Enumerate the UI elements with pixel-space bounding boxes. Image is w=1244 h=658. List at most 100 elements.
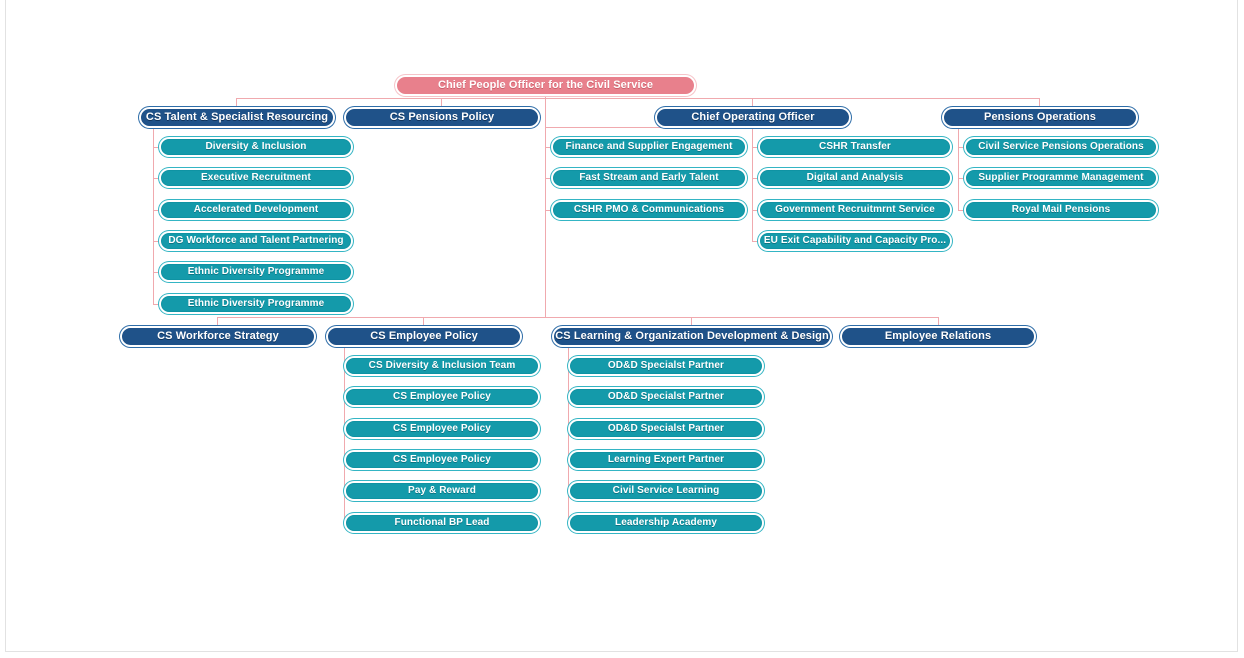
node-accelerated-development[interactable]: Accelerated Development (161, 202, 351, 218)
connector-spine-coo-left-top (545, 127, 753, 128)
node-employee-relations[interactable]: Employee Relations (842, 328, 1034, 345)
connector-stub-coo-right-3 (752, 210, 760, 211)
node-dg-workforce-talent-partnering[interactable]: DG Workforce and Talent Partnering (161, 233, 351, 249)
connector-spine-learning (568, 346, 569, 523)
connector-stub-talent-6 (153, 304, 161, 305)
node-label: CS Employee Policy (370, 330, 478, 342)
node-label: CS Learning & Organization Development &… (555, 330, 829, 342)
node-ethnic-diversity-programme-1[interactable]: Ethnic Diversity Programme (161, 264, 351, 280)
connector-spine-coo-right (752, 127, 753, 242)
node-cshr-pmo-communications[interactable]: CSHR PMO & Communications (553, 202, 745, 218)
node-label: CS Employee Policy (393, 454, 491, 465)
connector-stub-talent-2 (153, 178, 161, 179)
connector-spine-talent (153, 127, 154, 305)
node-label: Ethnic Diversity Programme (187, 298, 325, 309)
node-label: CS Talent & Specialist Resourcing (145, 111, 329, 123)
node-label: OD&D Specialst Partner (607, 423, 725, 434)
node-cs-workforce-strategy[interactable]: CS Workforce Strategy (122, 328, 314, 345)
node-pensions-operations[interactable]: Pensions Operations (944, 109, 1136, 126)
connector-stub-talent-3 (153, 210, 161, 211)
node-label: Learning Expert Partner (607, 454, 725, 465)
node-cs-diversity-inclusion-team[interactable]: CS Diversity & Inclusion Team (346, 358, 538, 374)
node-label: Chief People Officer for the Civil Servi… (437, 79, 654, 91)
node-cs-learning-organization-development-design[interactable]: CS Learning & Organization Development &… (554, 328, 830, 345)
node-label: Royal Mail Pensions (1011, 204, 1111, 215)
node-label: Employee Relations (884, 330, 992, 342)
node-finance-supplier-engagement[interactable]: Finance and Supplier Engagement (553, 139, 745, 155)
node-leadership-academy[interactable]: Leadership Academy (570, 515, 762, 531)
node-label: OD&D Specialst Partner (607, 391, 725, 402)
node-label: CS Pensions Policy (389, 111, 495, 123)
connector-spine-employee-policy (344, 346, 345, 523)
node-cs-employee-policy-team-3[interactable]: CS Employee Policy (346, 452, 538, 468)
node-label: Digital and Analysis (806, 172, 904, 183)
node-government-recruitment-service[interactable]: Government Recruitmrnt Service (760, 202, 950, 218)
connector-stub-pensions-ops-3 (958, 210, 966, 211)
node-label: Chief Operating Officer (691, 111, 815, 123)
node-cshr-transfer[interactable]: CSHR Transfer (760, 139, 950, 155)
chart-page: Chief People Officer for the Civil Servi… (0, 0, 1244, 658)
node-label: DG Workforce and Talent Partnering (168, 235, 344, 246)
node-label: Civil Service Pensions Operations (978, 141, 1144, 152)
connector-spine-pensions-ops-top (958, 127, 1040, 128)
connector-stub-coo-right-4 (752, 241, 760, 242)
node-label: Ethnic Diversity Programme (187, 266, 325, 277)
connector-stub-coo-right-2 (752, 178, 760, 179)
node-odd-specialist-partner-2[interactable]: OD&D Specialst Partner (570, 389, 762, 405)
node-label: Executive Recruitment (201, 172, 311, 183)
connector-stub-pensions-ops-2 (958, 178, 966, 179)
connector-spine-pensions-ops (958, 127, 959, 211)
connector-spine-learning-top (568, 346, 692, 347)
node-label: Leadership Academy (614, 517, 718, 528)
node-label: Civil Service Learning (612, 485, 720, 496)
node-label: EU Exit Capability and Capacity Pro... (763, 235, 947, 246)
node-digital-analysis[interactable]: Digital and Analysis (760, 170, 950, 186)
node-label: Pensions Operations (984, 111, 1096, 123)
node-ethnic-diversity-programme-2[interactable]: Ethnic Diversity Programme (161, 296, 351, 312)
node-cs-employee-policy-team-2[interactable]: CS Employee Policy (346, 421, 538, 437)
node-executive-recruitment[interactable]: Executive Recruitment (161, 170, 351, 186)
node-pay-reward[interactable]: Pay & Reward (346, 483, 538, 499)
node-label: Functional BP Lead (394, 517, 490, 528)
node-label: CSHR PMO & Communications (573, 204, 725, 215)
node-label: Fast Stream and Early Talent (579, 172, 719, 183)
node-cs-employee-policy[interactable]: CS Employee Policy (328, 328, 520, 345)
node-label: Pay & Reward (408, 485, 476, 496)
connector-tier2-bus (217, 317, 939, 318)
connector-stub-coo-right-1 (752, 147, 760, 148)
node-diversity-inclusion[interactable]: Diversity & Inclusion (161, 139, 351, 155)
node-cs-talent-specialist-resourcing[interactable]: CS Talent & Specialist Resourcing (141, 109, 333, 126)
connector-tier1-bus (236, 98, 1039, 99)
node-learning-expert-partner[interactable]: Learning Expert Partner (570, 452, 762, 468)
node-label: CS Employee Policy (393, 423, 491, 434)
node-odd-specialist-partner-3[interactable]: OD&D Specialst Partner (570, 421, 762, 437)
connector-stub-pensions-ops-1 (958, 147, 966, 148)
node-chief-people-officer[interactable]: Chief People Officer for the Civil Servi… (397, 77, 694, 94)
connector-stub-talent-5 (153, 272, 161, 273)
node-label: Supplier Programme Management (978, 172, 1144, 183)
node-chief-operating-officer[interactable]: Chief Operating Officer (657, 109, 849, 126)
node-label: Accelerated Development (193, 204, 319, 215)
node-label: CS Diversity & Inclusion Team (368, 360, 516, 371)
connector-stub-talent-1 (153, 147, 161, 148)
node-civil-service-pensions-operations[interactable]: Civil Service Pensions Operations (966, 139, 1156, 155)
node-functional-bp-lead[interactable]: Functional BP Lead (346, 515, 538, 531)
node-fast-stream-early-talent[interactable]: Fast Stream and Early Talent (553, 170, 745, 186)
node-cs-pensions-policy[interactable]: CS Pensions Policy (346, 109, 538, 126)
connector-stub-coo-left-3 (545, 210, 553, 211)
connector-spine-coo-left (545, 127, 546, 212)
node-eu-exit-capability-capacity[interactable]: EU Exit Capability and Capacity Pro... (760, 233, 950, 249)
node-civil-service-learning[interactable]: Civil Service Learning (570, 483, 762, 499)
node-label: CSHR Transfer (819, 141, 891, 152)
node-supplier-programme-management[interactable]: Supplier Programme Management (966, 170, 1156, 186)
connector-spine-employee-policy-top (344, 346, 424, 347)
connector-stub-coo-left-1 (545, 147, 553, 148)
node-label: OD&D Specialst Partner (607, 360, 725, 371)
node-cs-employee-policy-team-1[interactable]: CS Employee Policy (346, 389, 538, 405)
node-label: CS Employee Policy (393, 391, 491, 402)
node-label: Government Recruitmrnt Service (775, 204, 935, 215)
node-royal-mail-pensions[interactable]: Royal Mail Pensions (966, 202, 1156, 218)
org-chart-canvas: Chief People Officer for the Civil Servi… (0, 0, 1244, 658)
node-odd-specialist-partner-1[interactable]: OD&D Specialst Partner (570, 358, 762, 374)
node-label: Finance and Supplier Engagement (565, 141, 733, 152)
